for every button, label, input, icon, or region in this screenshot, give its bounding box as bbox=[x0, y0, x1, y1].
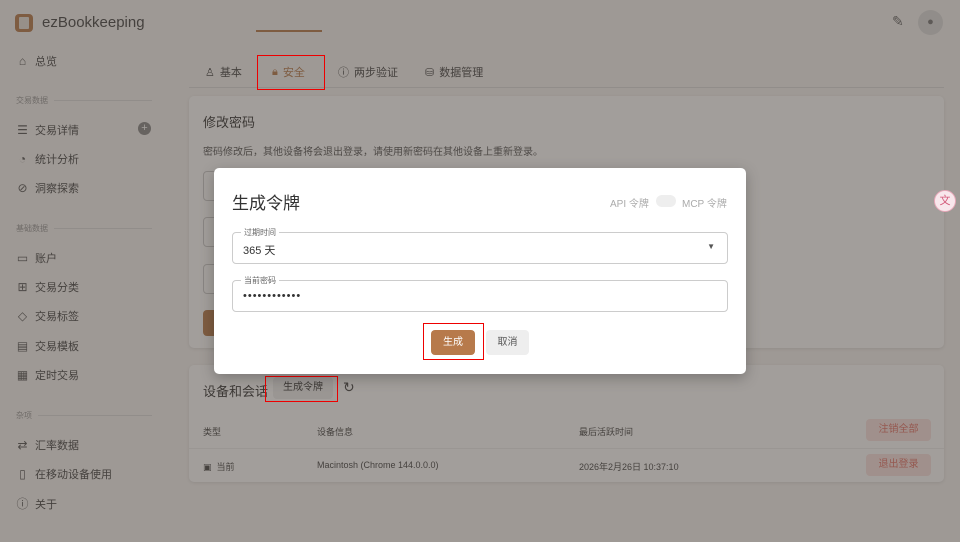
field-label: 当前密码 bbox=[241, 275, 279, 286]
dialog-title: 生成令牌 bbox=[232, 194, 300, 213]
mcp-token-label: MCP 令牌 bbox=[682, 199, 727, 210]
cancel-button[interactable]: 取消 bbox=[486, 330, 529, 355]
generate-token-dialog: 生成令牌 API 令牌 MCP 令牌 过期时间 365 天 ▼ 当前密码 •••… bbox=[214, 168, 746, 374]
field-value: 365 天 bbox=[243, 245, 276, 257]
highlight-box bbox=[265, 376, 338, 402]
current-password-field[interactable]: 当前密码 •••••••••••• bbox=[232, 275, 728, 312]
field-label: 过期时间 bbox=[241, 227, 279, 238]
translate-icon[interactable]: 文 bbox=[934, 190, 956, 212]
highlight-box bbox=[423, 323, 484, 360]
expiry-select[interactable]: 过期时间 365 天 ▼ bbox=[232, 227, 728, 264]
token-type-toggle[interactable] bbox=[656, 195, 676, 207]
dropdown-caret-icon: ▼ bbox=[707, 242, 715, 251]
api-token-label: API 令牌 bbox=[610, 199, 649, 210]
field-value: •••••••••••• bbox=[243, 290, 302, 302]
highlight-box bbox=[257, 55, 325, 90]
